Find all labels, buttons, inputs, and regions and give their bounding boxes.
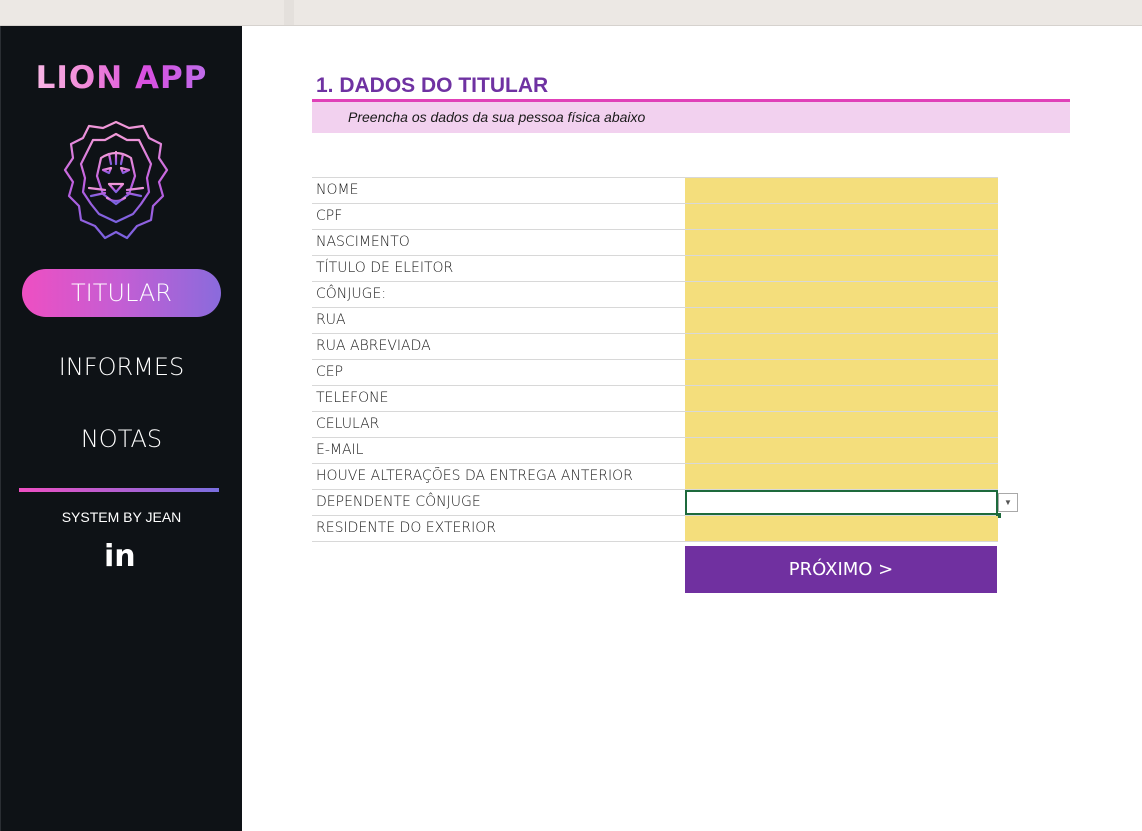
field-label: DEPENDENTE CÔNJUGE xyxy=(316,494,481,510)
form-row-rua-abreviada: RUA ABREVIADA xyxy=(312,334,998,360)
subtitle-text: Preencha os dados da sua pessoa física a… xyxy=(348,109,646,125)
telefone-input[interactable] xyxy=(685,386,998,411)
form-row-dependente-conjuge: DEPENDENTE CÔNJUGE ▼ xyxy=(312,490,1018,518)
nascimento-input[interactable] xyxy=(685,230,998,255)
linkedin-icon[interactable]: in xyxy=(104,540,136,574)
form-row-cep: CEP xyxy=(312,360,998,386)
cep-input[interactable] xyxy=(685,360,998,385)
app-logo-text: LION APP xyxy=(1,60,242,96)
field-label: HOUVE ALTERAÇÕES DA ENTREGA ANTERIOR xyxy=(316,468,633,484)
field-label: CELULAR xyxy=(316,416,380,432)
field-label: CÔNJUGE: xyxy=(316,286,387,302)
form-row-rua: RUA xyxy=(312,308,998,334)
section-title: 1. DADOS DO TITULAR xyxy=(316,74,549,97)
chevron-down-icon[interactable]: ▼ xyxy=(998,493,1018,512)
titular-form: NOME CPF NASCIMENTO TÍTULO DE ELEITOR CÔ… xyxy=(312,177,1018,542)
nome-input[interactable] xyxy=(685,178,998,203)
credit-text: SYSTEM BY JEAN xyxy=(61,509,182,525)
conjuge-input[interactable] xyxy=(685,282,998,307)
field-label: NOME xyxy=(316,182,359,198)
form-row-residente-exterior: RESIDENTE DO EXTERIOR xyxy=(312,516,998,542)
lion-logo-icon xyxy=(63,120,169,240)
form-row-nascimento: NASCIMENTO xyxy=(312,230,998,256)
cpf-input[interactable] xyxy=(685,204,998,229)
residente-exterior-input[interactable] xyxy=(685,516,998,541)
field-label: E-MAIL xyxy=(316,442,364,458)
field-label: NASCIMENTO xyxy=(316,234,410,250)
next-button[interactable]: PRÓXIMO > xyxy=(685,546,997,593)
field-label: RUA xyxy=(316,312,346,328)
form-row-conjuge: CÔNJUGE: xyxy=(312,282,998,308)
subtitle-band: Preencha os dados da sua pessoa física a… xyxy=(312,102,1070,133)
form-row-nome: NOME xyxy=(312,177,998,204)
nav-informes[interactable]: INFORMES xyxy=(22,343,221,391)
field-label: TÍTULO DE ELEITOR xyxy=(316,260,454,276)
nav-notas[interactable]: NOTAS xyxy=(22,415,221,463)
window-top-bar xyxy=(0,0,1142,26)
field-label: TELEFONE xyxy=(316,390,389,406)
celular-input[interactable] xyxy=(685,412,998,437)
form-row-celular: CELULAR xyxy=(312,412,998,438)
dependente-conjuge-select[interactable] xyxy=(685,490,1001,518)
form-row-titulo-eleitor: TÍTULO DE ELEITOR xyxy=(312,256,998,282)
titulo-eleitor-input[interactable] xyxy=(685,256,998,281)
field-label: CEP xyxy=(316,364,344,380)
form-row-email: E-MAIL xyxy=(312,438,998,464)
field-label: RESIDENTE DO EXTERIOR xyxy=(316,520,496,536)
form-row-alteracoes: HOUVE ALTERAÇÕES DA ENTREGA ANTERIOR xyxy=(312,464,998,490)
email-input[interactable] xyxy=(685,438,998,463)
rua-abreviada-input[interactable] xyxy=(685,334,998,359)
window-tab-edge xyxy=(284,0,294,25)
rua-input[interactable] xyxy=(685,308,998,333)
sidebar: LION APP TITULAR INFORMES NOTAS SYSTEM B… xyxy=(0,26,242,831)
field-label: RUA ABREVIADA xyxy=(316,338,431,354)
form-row-telefone: TELEFONE xyxy=(312,386,998,412)
form-row-cpf: CPF xyxy=(312,204,998,230)
field-label: CPF xyxy=(316,208,343,224)
nav-titular[interactable]: TITULAR xyxy=(22,269,221,317)
sidebar-divider xyxy=(19,488,219,492)
alteracoes-input[interactable] xyxy=(685,464,998,489)
